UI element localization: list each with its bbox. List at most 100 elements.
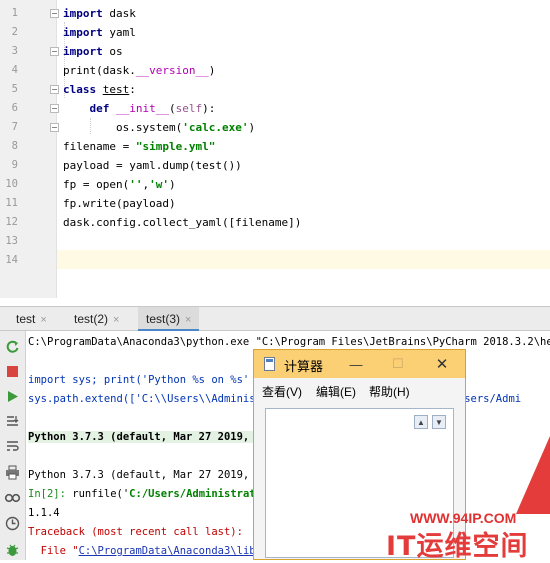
console-text: Traceback (most recent call last):	[28, 526, 243, 538]
calculator-title-bar[interactable]: 计算器 — ☐ ✕	[254, 350, 465, 378]
code-line[interactable]: def __init__(self):	[63, 99, 216, 118]
run-tab-test-2[interactable]: test(2) ×	[66, 307, 127, 331]
close-icon[interactable]: ×	[185, 314, 191, 326]
soft-wrap-icon[interactable]	[4, 438, 21, 455]
show-variables-icon[interactable]	[4, 489, 21, 506]
code-line[interactable]: filename = "simple.yml"	[63, 137, 215, 156]
menu-edit[interactable]: 编辑(E)	[316, 383, 356, 400]
console-line: Traceback (most recent call last):	[28, 524, 243, 540]
code-token: )	[248, 121, 256, 134]
close-icon[interactable]: ×	[40, 314, 46, 326]
code-line[interactable]: import os	[63, 42, 123, 61]
line-number: 9	[11, 159, 18, 171]
console-line: In[2]: runfile('C:/Users/Administrato	[28, 486, 262, 502]
menu-view[interactable]: 查看(V)	[262, 383, 302, 400]
code-token: 'w'	[149, 178, 169, 191]
maximize-button[interactable]: ☐	[382, 350, 414, 378]
run-tab-test-3[interactable]: test(3) ×	[138, 307, 200, 331]
scroll-down-button[interactable]: ▼	[432, 415, 446, 429]
fold-marker[interactable]	[50, 104, 59, 113]
line-number: 4	[11, 64, 18, 76]
resume-icon[interactable]	[4, 388, 21, 405]
console-line: Python 3.7.3 (default, Mar 27 2019, 17	[28, 467, 268, 483]
code-token: import	[63, 26, 103, 39]
code-token: :	[129, 83, 136, 96]
code-token: yaml	[102, 26, 136, 39]
scroll-to-end-icon[interactable]	[4, 413, 21, 430]
code-line[interactable]: fp = open('','w')	[63, 175, 176, 194]
line-number: 1	[11, 7, 18, 19]
line-number: 10	[5, 178, 18, 190]
code-line[interactable]: class test:	[63, 80, 136, 99]
code-editor[interactable]: 1 2 3 4 5 6 7 8 9 10 11 12 13 14 import dask import ya…	[0, 0, 550, 298]
code-token: payload = yaml.dump(test())	[63, 159, 242, 172]
code-token: print(dask.	[63, 64, 136, 77]
menu-help[interactable]: 帮助(H)	[369, 383, 410, 400]
console-text: File "	[28, 545, 79, 557]
code-token: def	[89, 102, 110, 115]
stop-icon[interactable]	[4, 363, 21, 380]
code-line[interactable]: os.system('calc.exe')	[63, 118, 255, 137]
tab-label: test	[16, 312, 36, 326]
close-icon[interactable]: ×	[113, 314, 119, 326]
calculator-title: 计算器	[284, 359, 324, 374]
line-number: 13	[5, 235, 18, 247]
code-token: filename =	[63, 140, 136, 153]
console-text: Python 3.7.3 (default, Mar 27 2019, 17	[28, 469, 269, 481]
code-token: self	[175, 102, 203, 115]
code-line[interactable]: import dask	[63, 4, 136, 23]
code-line[interactable]: import yaml	[63, 23, 136, 42]
code-token: 'calc.exe'	[182, 121, 249, 134]
code-token: )	[208, 64, 216, 77]
code-token: (	[168, 102, 176, 115]
watermark-brand: IT运维空间	[386, 531, 529, 562]
code-token: os.system(	[63, 121, 183, 134]
editor-gutter: 1 2 3 4 5 6 7 8 9 10 11 12 13 14	[0, 0, 57, 298]
code-token: test	[102, 83, 130, 96]
code-token: ):	[202, 102, 216, 115]
run-toolbar	[0, 331, 26, 560]
code-token: dask	[102, 7, 136, 20]
run-tab-bar: test × test(2) × test(3) ×	[0, 306, 550, 331]
code-token: ''	[129, 178, 143, 191]
code-line[interactable]: dask.config.collect_yaml([filename])	[63, 213, 301, 232]
line-number: 14	[5, 254, 18, 266]
code-token: fp = open(	[63, 178, 130, 191]
code-token: fp.write(payload)	[63, 197, 176, 210]
console-text: import sys; print('Python %s on %s' %	[28, 374, 269, 386]
code-line[interactable]: print(dask.__version__)	[63, 61, 215, 80]
fold-marker[interactable]	[50, 85, 59, 94]
print-icon[interactable]	[4, 464, 21, 481]
console-line: import sys; print('Python %s on %s' %	[28, 372, 268, 388]
fold-marker[interactable]	[50, 47, 59, 56]
console-line: 1.1.4	[28, 505, 60, 521]
debug-icon[interactable]	[4, 541, 21, 558]
scroll-up-button[interactable]: ▲	[414, 415, 428, 429]
tab-label: test(3)	[146, 312, 181, 326]
calculator-app-icon	[264, 357, 275, 371]
code-token: dask.config.collect_yaml([filename])	[63, 216, 302, 229]
close-button[interactable]: ✕	[426, 350, 458, 378]
console-text: Python 3.7.3 (default, Mar 27 2019, 17	[28, 431, 269, 443]
line-number: 12	[5, 216, 18, 228]
console-text: In[2]:	[28, 488, 73, 500]
console-line: C:\ProgramData\Anaconda3\python.exe "C:\…	[28, 334, 550, 350]
current-line-highlight	[57, 250, 550, 269]
file-link[interactable]: C:\ProgramData\Anaconda3\lib\s	[79, 545, 269, 557]
run-tab-test[interactable]: test ×	[8, 307, 55, 331]
history-icon[interactable]	[4, 515, 21, 532]
line-number: 7	[11, 121, 18, 133]
code-token: "simple.yml"	[135, 140, 216, 153]
rerun-icon[interactable]	[4, 338, 21, 355]
minimize-button[interactable]: —	[340, 350, 372, 378]
fold-marker[interactable]	[50, 9, 59, 18]
line-number: 8	[11, 140, 18, 152]
code-token: class	[63, 83, 97, 96]
code-token: import	[63, 45, 103, 58]
code-line[interactable]: fp.write(payload)	[63, 194, 176, 213]
code-token: import	[63, 7, 103, 20]
tab-label: test(2)	[74, 312, 109, 326]
code-line[interactable]: payload = yaml.dump(test())	[63, 156, 242, 175]
fold-marker[interactable]	[50, 123, 59, 132]
